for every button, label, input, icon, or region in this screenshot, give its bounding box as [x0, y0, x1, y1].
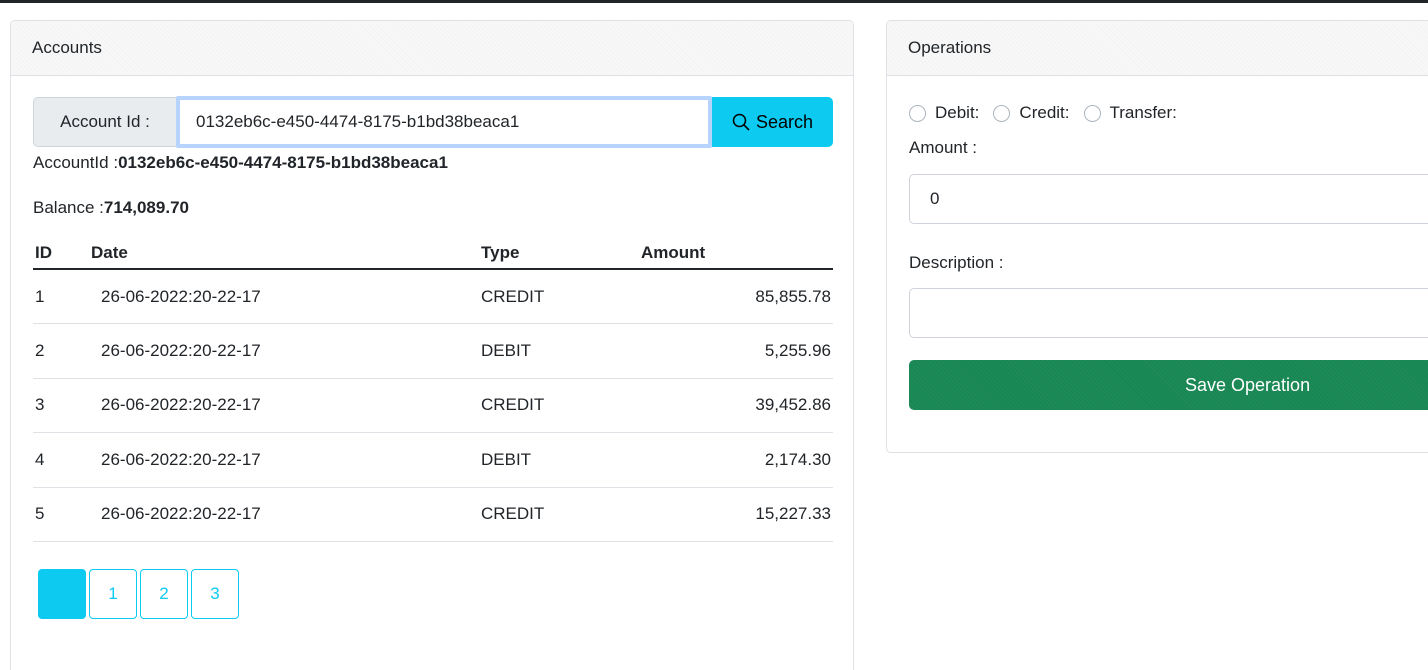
cell-id: 1 [33, 269, 91, 324]
cell-type: DEBIT [481, 323, 641, 379]
radio-debit-circle[interactable] [909, 104, 926, 122]
page-button-2[interactable]: 2 [140, 569, 188, 619]
radio-transfer[interactable]: Transfer: [1083, 103, 1177, 123]
cell-date: 26-06-2022:20-22-17 [91, 487, 481, 542]
table-row: 2 26-06-2022:20-22-17 DEBIT 5,255.96 [33, 323, 833, 379]
radio-debit[interactable]: Debit: [909, 103, 979, 123]
page-button-3[interactable]: 3 [191, 569, 239, 619]
accounts-card-header: Accounts [11, 21, 853, 76]
balance-prefix: Balance : [33, 198, 104, 217]
account-id-info-prefix: AccountId : [33, 153, 119, 172]
cell-date: 26-06-2022:20-22-17 [91, 432, 481, 488]
cell-type: DEBIT [481, 432, 641, 488]
cell-amount: 85,855.78 [641, 269, 833, 324]
description-label: Description : [909, 253, 1004, 272]
page-button-active[interactable] [38, 569, 86, 619]
search-button[interactable]: Search [712, 97, 833, 147]
radio-credit-circle[interactable] [993, 104, 1011, 122]
column-header-type: Type [481, 239, 641, 270]
operations-card-header: Operations [887, 21, 1428, 76]
search-icon [732, 113, 750, 131]
cell-date: 26-06-2022:20-22-17 [91, 323, 481, 379]
cell-amount: 15,227.33 [641, 487, 833, 542]
table-row: 5 26-06-2022:20-22-17 CREDIT 15,227.33 [33, 487, 833, 542]
column-header-amount: Amount [641, 239, 833, 270]
table-row: 3 26-06-2022:20-22-17 CREDIT 39,452.86 [33, 378, 833, 433]
cell-id: 4 [33, 432, 91, 488]
balance-info: Balance :714,089.70 [33, 198, 189, 218]
page-button-1[interactable]: 1 [89, 569, 137, 619]
amount-label: Amount : [909, 138, 978, 157]
cell-type: CREDIT [481, 269, 641, 324]
cell-amount: 2,174.30 [641, 432, 833, 488]
cell-id: 5 [33, 487, 91, 542]
radio-credit-label: Credit: [1019, 103, 1070, 122]
balance-value: 714,089.70 [103, 198, 189, 217]
pagination: 1 2 3 [38, 569, 239, 619]
top-bar [0, 0, 1428, 3]
radio-transfer-label: Transfer: [1109, 103, 1177, 122]
table-row: 1 26-06-2022:20-22-17 CREDIT 85,855.78 [33, 269, 833, 324]
account-id-input[interactable] [176, 96, 712, 148]
column-header-date: Date [91, 239, 481, 270]
column-header-id: ID [33, 239, 91, 270]
account-id-label: Account Id : [33, 97, 176, 147]
save-operation-button[interactable]: Save Operation [909, 360, 1428, 410]
radio-credit[interactable]: Credit: [993, 103, 1070, 123]
cell-id: 2 [33, 323, 91, 379]
table-header-row: ID Date Type Amount [33, 239, 833, 270]
amount-input[interactable]: 0 [909, 174, 1428, 224]
account-search-group: Account Id : Search [33, 96, 833, 148]
cell-date: 26-06-2022:20-22-17 [91, 269, 481, 324]
description-input[interactable] [909, 288, 1428, 338]
cell-amount: 5,255.96 [641, 323, 833, 379]
cell-id: 3 [33, 378, 91, 433]
search-button-label: Search [755, 111, 814, 132]
cell-amount: 39,452.86 [641, 378, 833, 433]
operations-table: ID Date Type Amount 1 26-06-2022:20-22-1… [33, 239, 833, 542]
cell-type: CREDIT [481, 487, 641, 542]
account-id-info: AccountId :0132eb6c-e450-4474-8175-b1bd3… [33, 153, 448, 173]
table-row: 4 26-06-2022:20-22-17 DEBIT 2,174.30 [33, 432, 833, 488]
cell-date: 26-06-2022:20-22-17 [91, 378, 481, 433]
accounts-card: Accounts Account Id : Search AccountId :… [10, 20, 854, 670]
radio-debit-label: Debit: [935, 103, 980, 122]
account-id-info-value: 0132eb6c-e450-4474-8175-b1bd38beaca1 [118, 153, 448, 172]
operation-type-radios: Debit: Credit: Transfer: [909, 103, 1191, 123]
operations-card: Operations Debit: Credit: Transfer: Amou… [886, 20, 1428, 453]
cell-type: CREDIT [481, 378, 641, 433]
radio-transfer-circle[interactable] [1083, 104, 1101, 122]
